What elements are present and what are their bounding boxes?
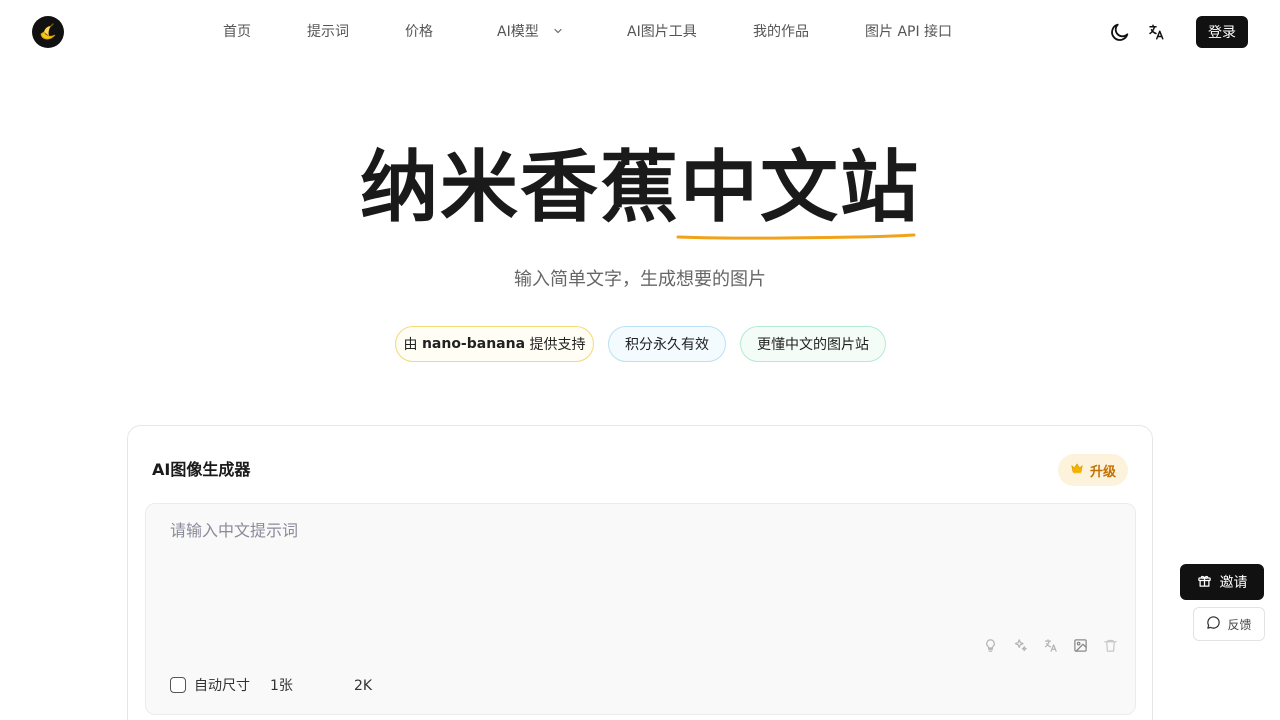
pill-powered-by-suffix: 提供支持 <box>525 337 586 353</box>
pill-powered-by-model: nano-banana <box>421 336 526 352</box>
feedback-button[interactable]: 反馈 <box>1193 607 1265 641</box>
hero-title-accent: 中文站 <box>680 143 921 233</box>
prompt-input[interactable] <box>146 504 1135 634</box>
prompt-tools <box>981 636 1121 654</box>
upgrade-button[interactable]: 升级 <box>1058 454 1128 486</box>
generation-options: 自动尺寸 1张 2K <box>170 676 570 696</box>
prompt-box: 自动尺寸 1张 2K <box>145 503 1136 715</box>
login-button[interactable]: 登录 <box>1196 16 1248 48</box>
pill-credits-permanent: 积分永久有效 <box>608 326 726 362</box>
hero-title: 纳米香蕉中文站 <box>0 140 1280 236</box>
trash-icon[interactable] <box>1101 636 1119 654</box>
pill-powered-by: 由 nano-banana 提供支持 <box>395 326 594 362</box>
message-circle-icon <box>1206 615 1221 633</box>
nav-link-home[interactable]: 首页 <box>223 22 251 42</box>
chevron-down-icon <box>553 22 563 42</box>
nav-link-my-works[interactable]: 我的作品 <box>753 22 809 42</box>
pill-powered-by-prefix: 由 <box>403 337 422 353</box>
hero-underline-stroke <box>676 233 916 240</box>
nav-link-prompts[interactable]: 提示词 <box>307 22 349 42</box>
upgrade-label: 升级 <box>1089 464 1116 480</box>
nav-link-ai-image-tools[interactable]: AI图片工具 <box>627 22 697 42</box>
image-count-select[interactable]: 1张 <box>270 676 293 696</box>
sparkles-icon[interactable] <box>1011 636 1029 654</box>
invite-label: 邀请 <box>1219 575 1248 591</box>
gift-icon <box>1197 573 1212 592</box>
nav-link-ai-models-label: AI模型 <box>497 24 539 40</box>
auto-size-label[interactable]: 自动尺寸 <box>194 676 250 696</box>
image-generator-card: AI图像生成器 升级 自动尺寸 <box>127 425 1153 720</box>
nav-link-image-api[interactable]: 图片 API 接口 <box>865 22 952 42</box>
translate-icon[interactable] <box>1041 636 1059 654</box>
top-navbar: 首页 提示词 价格 AI模型 AI图片工具 我的作品 图片 API 接口 登录 <box>0 0 1280 64</box>
auto-size-checkbox[interactable] <box>170 677 186 693</box>
generator-title: AI图像生成器 <box>152 460 251 479</box>
image-icon[interactable] <box>1071 636 1089 654</box>
hero-title-main: 纳米香蕉 <box>359 143 680 233</box>
pill-chinese-friendly: 更懂中文的图片站 <box>740 326 886 362</box>
nav-link-ai-models[interactable]: AI模型 <box>497 22 563 42</box>
crown-icon <box>1070 461 1084 479</box>
translate-icon[interactable] <box>1144 20 1168 44</box>
feature-pills: 由 nano-banana 提供支持 积分永久有效 更懂中文的图片站 <box>0 326 1280 362</box>
hero-subtitle: 输入简单文字，生成想要的图片 <box>514 269 766 290</box>
feedback-label: 反馈 <box>1227 617 1252 632</box>
nav-links: 首页 提示词 价格 AI模型 AI图片工具 我的作品 图片 API 接口 <box>0 0 1280 64</box>
moon-icon[interactable] <box>1108 20 1132 44</box>
resolution-select[interactable]: 2K <box>354 676 372 696</box>
nav-link-pricing[interactable]: 价格 <box>405 22 433 42</box>
invite-button[interactable]: 邀请 <box>1180 564 1264 600</box>
lightbulb-icon[interactable] <box>981 636 999 654</box>
